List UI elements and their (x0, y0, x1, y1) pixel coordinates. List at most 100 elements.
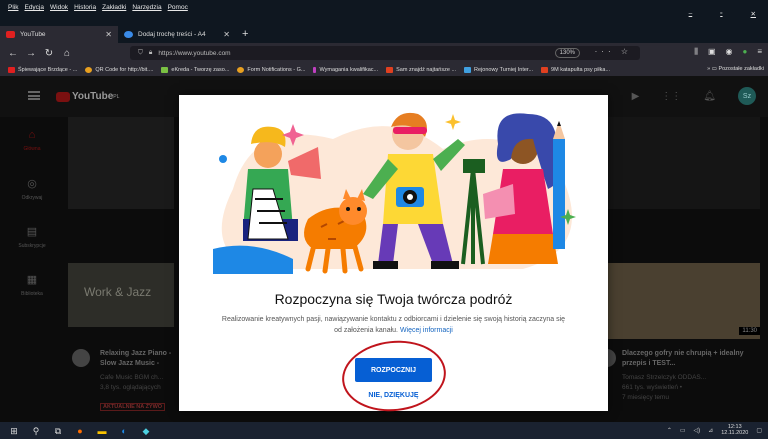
library-icon[interactable]: ⫼ (694, 47, 698, 57)
navigation-bar: ← → ↻ ⌂ ⛉ 🔒︎ https://www.youtube.com 130… (0, 43, 768, 63)
menu-bookmarks[interactable]: Zakładki (102, 4, 126, 11)
sidebar-item-subscriptions[interactable]: ▤ Subskrypcje (0, 225, 64, 249)
create-channel-dialog: Rozpoczyna się Twoja twórcza podróż Real… (179, 95, 608, 417)
home-icon: ⌂ (28, 129, 36, 141)
creators-illustration (213, 112, 576, 274)
task-view-icon[interactable]: ⧉ (52, 426, 64, 436)
close-tab-icon[interactable]: ✕ (223, 30, 230, 39)
tab-label: YouTube (20, 31, 46, 38)
close-window-icon[interactable]: ✕ (751, 10, 756, 18)
bookmark-icon (161, 66, 169, 73)
notifications-icon[interactable]: ▢ (756, 427, 762, 434)
lock-icon[interactable]: 🔒︎ (149, 49, 152, 57)
bookmark-icon (85, 66, 93, 73)
system-tray: ⌃ ▭ ◁) ⊿ 12:13 12.11.2020 ▢ (667, 424, 762, 436)
video-title[interactable]: Relaxing Jazz Piano - Slow Jazz Music - (100, 349, 180, 369)
bookmark-icon (237, 66, 245, 73)
window-controls: – ▫ ✕ (689, 10, 762, 18)
close-tab-icon[interactable]: ✕ (105, 30, 112, 39)
hamburger-icon[interactable] (28, 91, 40, 100)
app-icon[interactable]: ◆ (140, 426, 152, 436)
menu-edit[interactable]: Edycja (24, 4, 44, 11)
menu-view[interactable]: Widok (50, 4, 68, 11)
bookmark-item[interactable]: QR Code for http://bit.... (85, 66, 153, 73)
shield-icon[interactable]: ⛉ (138, 49, 143, 57)
youtube-logo[interactable]: YouTube PL (56, 91, 119, 102)
extension-icon[interactable]: ● (742, 47, 747, 57)
video-thumbnail[interactable] (68, 117, 174, 209)
network-icon[interactable]: ▭ (680, 427, 686, 434)
bookmark-item[interactable]: Sam znajdź najtańsze ... (386, 66, 456, 73)
reload-icon[interactable]: ↻ (42, 48, 56, 59)
dialog-title: Rozpoczyna się Twoja twórcza podróż (274, 291, 513, 307)
bookmark-item[interactable]: Śpiewające Brzdące - ... (8, 66, 77, 73)
hand-drawn-highlight-circle (338, 335, 450, 417)
volume-icon[interactable]: ◁) (694, 427, 701, 434)
bookmarks-bar: Śpiewające Brzdące - ... QR Code for htt… (0, 63, 768, 77)
search-icon[interactable]: ⚲ (30, 426, 42, 436)
bookmark-item[interactable]: Form Notifications - G... (237, 66, 305, 73)
tray-chevron-icon[interactable]: ⌃ (667, 427, 672, 434)
clock[interactable]: 12:13 12.11.2020 (721, 424, 748, 436)
minimize-icon[interactable]: – (689, 10, 693, 18)
zoom-badge[interactable]: 130% (554, 48, 580, 58)
taskbar: ⊞ ⚲ ⧉ ● ▬ ◐ ◆ ⌃ ▭ ◁) ⊿ 12:13 12.11.2020 … (0, 422, 768, 439)
bookmark-item[interactable]: Rejonowy Turniej Inter... (464, 66, 533, 73)
url-text: https://www.youtube.com (158, 49, 231, 57)
url-bar[interactable]: ⛉ 🔒︎ https://www.youtube.com 130% ··· ☆ (130, 46, 640, 60)
video-thumbnail[interactable] (608, 263, 760, 339)
tab-a4[interactable]: Dodaj trochę treści - A4 ✕ (118, 26, 236, 43)
sidebar-icon[interactable]: ▣ (708, 47, 716, 57)
notifications-icon[interactable]: 🔔︎ (703, 91, 716, 102)
menu-history[interactable]: Historia (74, 4, 96, 11)
avatar[interactable]: Sz (738, 87, 756, 105)
apps-icon[interactable]: ⋮⋮ (661, 91, 681, 102)
menu-icon[interactable]: ≡ (757, 47, 762, 57)
tab-strip: YouTube ✕ Dodaj trochę treści - A4 ✕ + (0, 26, 768, 43)
live-badge: AKTUALNIE NA ŻYWO (100, 403, 166, 411)
home-icon[interactable]: ⌂ (60, 48, 74, 59)
account-icon[interactable]: ◉ (726, 47, 733, 57)
sidebar-item-home[interactable]: ⌂ Główna (0, 129, 64, 152)
tab-youtube[interactable]: YouTube ✕ (0, 26, 118, 43)
bookmark-icon (313, 66, 317, 73)
menu-file[interactable]: Plik (8, 4, 18, 11)
menu-tools[interactable]: Narzędzia (132, 4, 161, 11)
windows-start-icon[interactable]: ⊞ (8, 426, 20, 436)
dialog-description: Realizowanie kreatywnych pasji, nawiązyw… (221, 316, 566, 334)
library-icon: ▦ (26, 274, 38, 286)
maximize-icon[interactable]: ▫ (720, 10, 722, 18)
bookmark-icon (386, 66, 394, 73)
bookmark-icon (464, 66, 472, 73)
youtube-play-icon (56, 91, 70, 102)
thumbnail-text: Work & Jazz (84, 285, 152, 299)
learn-more-link[interactable]: Więcej informacji (400, 327, 453, 334)
bookmark-item[interactable]: Wymagania kwalifikac... (313, 66, 378, 73)
menu-bar: Plik Edycja Widok Historia Zakładki Narz… (0, 0, 768, 26)
file-explorer-icon[interactable]: ▬ (96, 426, 108, 436)
youtube-sidebar: ⌂ Główna ◎ Odkrywaj ▤ Subskrypcje ▦ Bibliote… (0, 117, 64, 422)
tab-label: Dodaj trochę treści - A4 (138, 31, 206, 38)
a4-favicon-icon (124, 31, 133, 38)
bookmark-item[interactable]: eKreda - Tworzę zaso... (161, 66, 229, 73)
back-icon[interactable]: ← (6, 48, 20, 59)
language-icon[interactable]: ⊿ (708, 427, 713, 434)
video-title[interactable]: Dlaczego gofry nie chrupią + idealny prz… (622, 349, 762, 369)
create-video-icon[interactable]: ▶︎ (632, 91, 640, 102)
duration-badge: 11:30 (739, 327, 760, 335)
edge-icon[interactable]: ◐ (118, 426, 130, 436)
new-tab-icon[interactable]: + (242, 26, 248, 43)
page-actions-icon[interactable]: ··· ☆ (595, 47, 632, 56)
bookmark-icon (8, 66, 15, 73)
channel-avatar[interactable] (72, 349, 90, 367)
video-thumbnail[interactable] (608, 117, 760, 209)
bookmark-item[interactable]: 9M katapulta psy piłka... (541, 66, 610, 73)
other-bookmarks[interactable]: » ▭ Pozostałe zakładki (707, 66, 764, 72)
sidebar-item-library[interactable]: ▦ Biblioteka (0, 273, 64, 297)
forward-icon[interactable]: → (24, 48, 38, 59)
sidebar-item-explore[interactable]: ◎ Odkrywaj (0, 177, 64, 201)
firefox-icon[interactable]: ● (74, 426, 86, 436)
toolbar-right: ⫼ ▣ ◉ ● ≡ (694, 47, 762, 57)
compass-icon: ◎ (27, 178, 37, 190)
menu-help[interactable]: Pomoc (168, 4, 188, 11)
